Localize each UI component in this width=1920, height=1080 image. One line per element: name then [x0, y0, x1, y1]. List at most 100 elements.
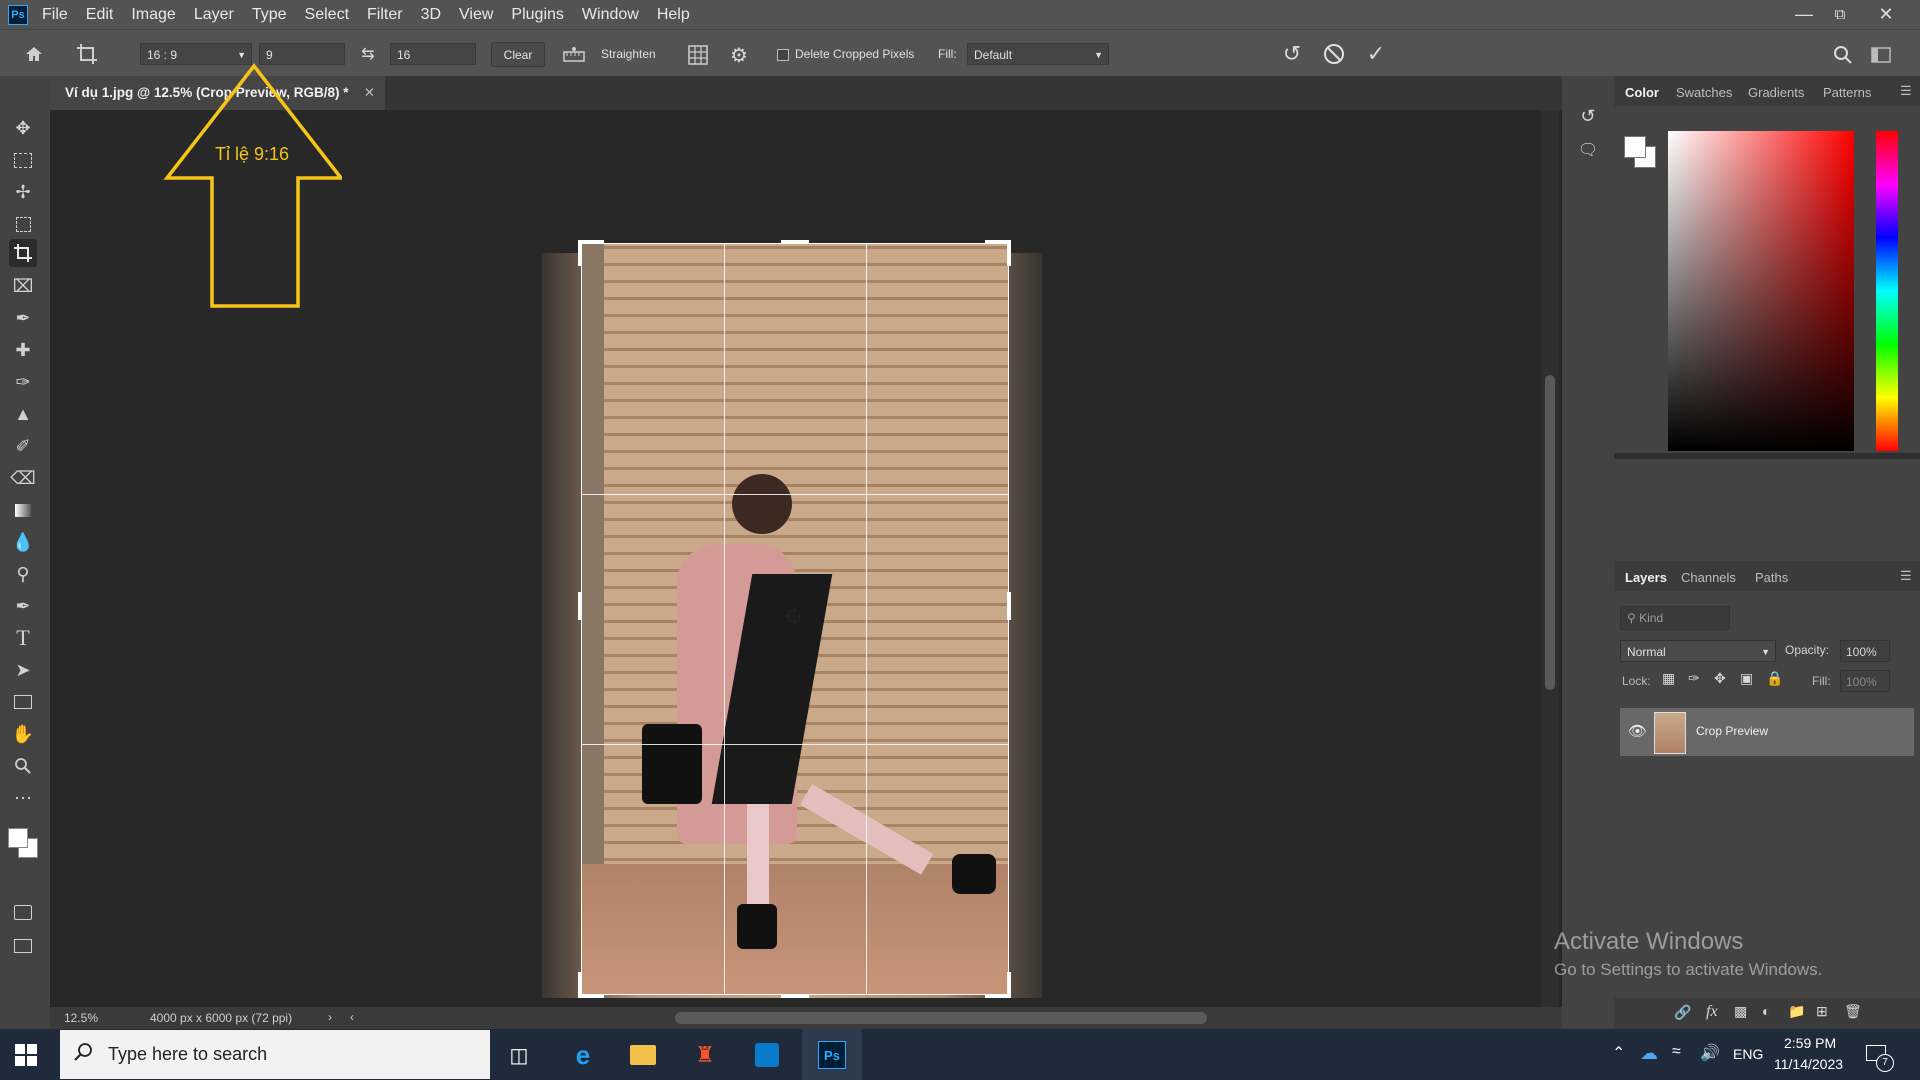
- quick-mask-icon[interactable]: [9, 898, 37, 926]
- eye-icon[interactable]: 👁: [1628, 722, 1647, 740]
- panel-menu-icon[interactable]: ☰: [1900, 83, 1912, 99]
- chevron-left-icon[interactable]: ‹: [350, 1010, 354, 1024]
- vertical-scrollbar[interactable]: [1541, 110, 1559, 1007]
- layers-menu-icon[interactable]: ☰: [1900, 568, 1912, 584]
- crop-handle-bottom-right[interactable]: [1007, 972, 1011, 998]
- fill-select[interactable]: Default ▼: [967, 43, 1109, 65]
- adjustment-layer-icon[interactable]: ◐: [1762, 1003, 1770, 1019]
- swap-icon[interactable]: ⇆: [357, 44, 379, 64]
- grid-overlay-icon[interactable]: [686, 43, 710, 67]
- layer-row[interactable]: 👁 Crop Preview: [1620, 708, 1914, 756]
- menu-select[interactable]: Select: [305, 6, 349, 24]
- brush-tool-icon[interactable]: ✑: [9, 368, 37, 396]
- history-icon[interactable]: ↺: [1576, 104, 1600, 128]
- clock-date[interactable]: 11/14/2023: [1774, 1056, 1843, 1072]
- folder-icon[interactable]: 📁: [1788, 1003, 1805, 1020]
- healing-brush-tool-icon[interactable]: ✚: [9, 336, 37, 364]
- menu-edit[interactable]: Edit: [86, 6, 114, 24]
- task-view-icon[interactable]: ◫: [505, 1042, 533, 1068]
- hand-tool-icon[interactable]: ✋: [9, 720, 37, 748]
- frame-tool-icon[interactable]: ⌧: [9, 272, 37, 300]
- fill-input[interactable]: 100%: [1840, 670, 1890, 692]
- restore-icon[interactable]: ⧉: [1822, 0, 1858, 29]
- fx-icon[interactable]: fx: [1706, 1003, 1718, 1021]
- crop-height-input[interactable]: 16: [390, 43, 476, 65]
- chevron-right-icon[interactable]: ›: [328, 1010, 332, 1024]
- dodge-tool-icon[interactable]: ⚲: [9, 560, 37, 588]
- straighten-button[interactable]: Straighten: [601, 47, 656, 61]
- taskbar-photoshop-active[interactable]: Ps: [802, 1029, 862, 1080]
- crop-handle-top[interactable]: [781, 240, 809, 244]
- straighten-icon[interactable]: [562, 44, 586, 64]
- vscode-icon[interactable]: [752, 1041, 782, 1069]
- home-icon[interactable]: [20, 40, 48, 68]
- menu-file[interactable]: File: [42, 6, 68, 24]
- lock-transparent-icon[interactable]: ▦: [1662, 670, 1675, 687]
- crop-handle-bottom[interactable]: [781, 994, 809, 998]
- layer-name[interactable]: Crop Preview: [1696, 724, 1768, 738]
- new-layer-icon[interactable]: ⊞: [1816, 1003, 1828, 1020]
- brave-icon[interactable]: ♜: [690, 1041, 720, 1069]
- lock-position-icon[interactable]: ✥: [1714, 670, 1726, 687]
- tab-channels[interactable]: Channels: [1681, 570, 1736, 585]
- menu-view[interactable]: View: [459, 6, 493, 24]
- object-selection-tool-icon[interactable]: [9, 210, 37, 238]
- type-tool-icon[interactable]: T: [9, 624, 37, 652]
- crop-handle-bottom-left[interactable]: [578, 972, 582, 998]
- tab-gradients[interactable]: Gradients: [1748, 85, 1804, 100]
- history-brush-tool-icon[interactable]: ✐: [9, 432, 37, 460]
- minimize-icon[interactable]: —: [1786, 0, 1822, 29]
- delete-cropped-checkbox[interactable]: [777, 49, 789, 61]
- commit-check-icon[interactable]: ✓: [1362, 40, 1390, 68]
- eyedropper-tool-icon[interactable]: ✒: [9, 304, 37, 332]
- zoom-tool-icon[interactable]: [9, 752, 37, 780]
- reset-icon[interactable]: ↺: [1278, 40, 1306, 68]
- pen-tool-icon[interactable]: ✒: [9, 592, 37, 620]
- tab-color[interactable]: Color: [1625, 85, 1659, 100]
- blur-tool-icon[interactable]: 💧: [9, 528, 37, 556]
- cancel-icon[interactable]: [1320, 40, 1348, 68]
- crop-tool-preset-icon[interactable]: [72, 40, 102, 68]
- zoom-level[interactable]: 12.5%: [64, 1011, 98, 1025]
- menu-layer[interactable]: Layer: [194, 6, 234, 24]
- file-explorer-icon[interactable]: [628, 1042, 658, 1068]
- menu-type[interactable]: Type: [252, 6, 287, 24]
- comment-icon[interactable]: 🗨: [1576, 138, 1600, 162]
- tab-swatches[interactable]: Swatches: [1676, 85, 1732, 100]
- vertical-scroll-thumb[interactable]: [1545, 375, 1555, 690]
- tab-paths[interactable]: Paths: [1755, 570, 1788, 585]
- color-swatches-icon[interactable]: [8, 828, 38, 858]
- menu-filter[interactable]: Filter: [367, 6, 403, 24]
- notification-center-icon[interactable]: 7: [1864, 1041, 1894, 1072]
- link-layers-icon[interactable]: 🔗: [1674, 1004, 1691, 1021]
- path-selection-tool-icon[interactable]: ➤: [9, 656, 37, 684]
- windows-start-icon[interactable]: [12, 1041, 40, 1069]
- crop-handle-top-right[interactable]: [1007, 240, 1011, 266]
- menu-plugins[interactable]: Plugins: [511, 6, 563, 24]
- menu-window[interactable]: Window: [582, 6, 639, 24]
- blend-mode-select[interactable]: Normal ▼: [1620, 640, 1776, 662]
- canvas-area[interactable]: Tỉ lệ 9:16: [50, 63, 1559, 1007]
- more-tools-icon[interactable]: ⋯: [9, 784, 37, 812]
- horizontal-scroll-thumb[interactable]: [675, 1012, 1207, 1024]
- color-picker-field[interactable]: [1668, 131, 1854, 451]
- lock-artboard-icon[interactable]: ▣: [1740, 670, 1753, 687]
- layer-filter-kind[interactable]: ⚲ Kind: [1620, 606, 1730, 630]
- wifi-icon[interactable]: ≈: [1672, 1043, 1681, 1061]
- clear-button[interactable]: Clear: [491, 42, 545, 67]
- crop-handle-top-left[interactable]: [578, 240, 582, 266]
- lasso-tool-icon[interactable]: ✢: [9, 178, 37, 206]
- gear-icon[interactable]: ⚙: [727, 43, 751, 67]
- hue-slider[interactable]: [1876, 131, 1898, 451]
- lock-image-icon[interactable]: ✑: [1688, 670, 1700, 687]
- workspace-icon[interactable]: [1868, 42, 1894, 68]
- marquee-tool-icon[interactable]: [9, 146, 37, 174]
- close-icon[interactable]: ✕: [1868, 0, 1904, 29]
- menu-3d[interactable]: 3D: [421, 6, 441, 24]
- language-indicator[interactable]: ENG: [1733, 1046, 1763, 1062]
- volume-icon[interactable]: 🔊: [1700, 1043, 1720, 1063]
- chevron-up-icon[interactable]: ⌃: [1612, 1043, 1625, 1063]
- eraser-tool-icon[interactable]: ⌫: [9, 464, 37, 492]
- clone-stamp-tool-icon[interactable]: ▲: [9, 400, 37, 428]
- edge-icon[interactable]: e: [568, 1040, 598, 1070]
